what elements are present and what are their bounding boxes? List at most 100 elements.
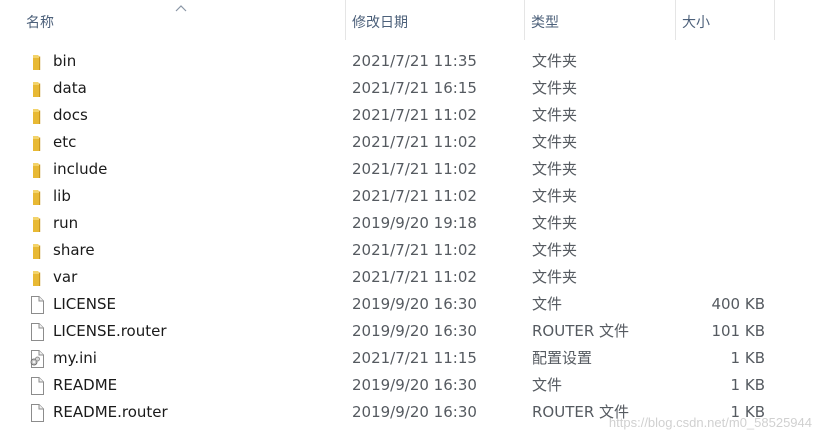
file-name: share — [53, 241, 95, 259]
file-type: 文件夹 — [532, 160, 578, 178]
column-header-size[interactable]: 大小 — [676, 0, 774, 40]
file-type: 文件夹 — [532, 241, 578, 259]
file-size — [682, 264, 765, 291]
file-icon-cell — [28, 372, 46, 399]
file-name: LICENSE — [53, 295, 116, 313]
file-name: run — [53, 214, 79, 232]
file-icon-cell — [28, 75, 46, 102]
file-icon-cell — [28, 183, 46, 210]
file-size — [682, 48, 765, 75]
file-type: 文件夹 — [532, 106, 578, 124]
watermark: https://blog.csdn.net/m0_58525944 — [608, 415, 812, 430]
file-type: ROUTER 文件 — [532, 322, 630, 340]
file-name: etc — [53, 133, 77, 151]
file-type: 文件夹 — [532, 52, 578, 70]
file-type: 文件夹 — [532, 214, 578, 232]
file-icon-cell — [28, 399, 46, 426]
folder-icon — [28, 215, 46, 233]
folder-icon — [28, 161, 46, 179]
file-type: 文件夹 — [532, 187, 578, 205]
file-size — [682, 210, 765, 237]
file-size — [682, 129, 765, 156]
column-header-date[interactable]: 修改日期 — [346, 0, 524, 40]
file-size: 400 KB — [711, 295, 765, 313]
file-row[interactable]: data 2021/7/21 16:15 文件夹 — [0, 75, 824, 102]
file-type: 文件 — [532, 376, 563, 394]
folder-icon — [28, 269, 46, 287]
file-list: bin 2021/7/21 11:35 文件夹 data 2021/7/21 16:15… — [0, 48, 824, 426]
file-modified-date: 2021/7/21 11:35 — [352, 52, 477, 70]
file-modified-date: 2019/9/20 16:30 — [352, 322, 477, 340]
file-icon — [28, 323, 46, 341]
file-modified-date: 2021/7/21 11:15 — [352, 349, 477, 367]
file-icon-cell — [28, 345, 46, 372]
file-icon-cell — [28, 156, 46, 183]
file-row[interactable]: my.ini 2021/7/21 11:15 配置设置 1 KB — [0, 345, 824, 372]
folder-icon — [28, 242, 46, 260]
column-header-type[interactable]: 类型 — [525, 0, 675, 40]
file-icon-cell — [28, 210, 46, 237]
file-name: var — [53, 268, 78, 286]
file-row[interactable]: docs 2021/7/21 11:02 文件夹 — [0, 102, 824, 129]
file-modified-date: 2021/7/21 11:02 — [352, 268, 477, 286]
file-modified-date: 2021/7/21 11:02 — [352, 160, 477, 178]
file-modified-date: 2019/9/20 16:30 — [352, 403, 477, 421]
file-type: 文件夹 — [532, 268, 578, 286]
folder-icon — [28, 80, 46, 98]
file-modified-date: 2019/9/20 19:18 — [352, 214, 477, 232]
file-row[interactable]: include 2021/7/21 11:02 文件夹 — [0, 156, 824, 183]
file-name: lib — [53, 187, 71, 205]
file-row[interactable]: bin 2021/7/21 11:35 文件夹 — [0, 48, 824, 75]
file-icon-cell — [28, 237, 46, 264]
file-size — [682, 156, 765, 183]
file-icon-cell — [28, 291, 46, 318]
folder-icon — [28, 188, 46, 206]
file-row[interactable]: etc 2021/7/21 11:02 文件夹 — [0, 129, 824, 156]
file-name: LICENSE.router — [53, 322, 167, 340]
file-row[interactable]: share 2021/7/21 11:02 文件夹 — [0, 237, 824, 264]
file-size — [682, 183, 765, 210]
file-modified-date: 2019/9/20 16:30 — [352, 376, 477, 394]
file-row[interactable]: README 2019/9/20 16:30 文件 1 KB — [0, 372, 824, 399]
column-header-name[interactable]: 名称 — [20, 0, 345, 40]
file-type: 文件 — [532, 295, 563, 313]
settings-file-icon — [28, 350, 46, 368]
file-modified-date: 2019/9/20 16:30 — [352, 295, 477, 313]
file-icon-cell — [28, 264, 46, 291]
file-size: 1 KB — [730, 349, 765, 367]
file-row[interactable]: LICENSE 2019/9/20 16:30 文件 400 KB — [0, 291, 824, 318]
file-row[interactable]: LICENSE.router 2019/9/20 16:30 ROUTER 文件 10… — [0, 318, 824, 345]
file-icon-cell — [28, 102, 46, 129]
file-modified-date: 2021/7/21 11:02 — [352, 187, 477, 205]
file-name: bin — [53, 52, 77, 70]
file-icon — [28, 377, 46, 395]
file-modified-date: 2021/7/21 16:15 — [352, 79, 477, 97]
file-name: my.ini — [53, 349, 97, 367]
file-row[interactable]: run 2019/9/20 19:18 文件夹 — [0, 210, 824, 237]
file-name: docs — [53, 106, 88, 124]
folder-icon — [28, 53, 46, 71]
file-type: 文件夹 — [532, 133, 578, 151]
file-icon — [28, 296, 46, 314]
file-icon-cell — [28, 129, 46, 156]
file-icon-cell — [28, 48, 46, 75]
file-size: 1 KB — [730, 376, 765, 394]
file-name: README.router — [53, 403, 168, 421]
file-name: data — [53, 79, 87, 97]
column-header-bar: 名称 修改日期 类型 大小 — [0, 0, 824, 40]
file-size — [682, 102, 765, 129]
file-modified-date: 2021/7/21 11:02 — [352, 106, 477, 124]
folder-icon — [28, 134, 46, 152]
file-name: include — [53, 160, 108, 178]
file-size — [682, 75, 765, 102]
file-icon — [28, 404, 46, 422]
file-type: 配置设置 — [532, 349, 593, 367]
file-row[interactable]: var 2021/7/21 11:02 文件夹 — [0, 264, 824, 291]
file-row[interactable]: lib 2021/7/21 11:02 文件夹 — [0, 183, 824, 210]
folder-icon — [28, 107, 46, 125]
file-size — [682, 237, 765, 264]
file-modified-date: 2021/7/21 11:02 — [352, 133, 477, 151]
file-type: 文件夹 — [532, 79, 578, 97]
column-divider[interactable] — [774, 0, 775, 40]
file-name: README — [53, 376, 118, 394]
